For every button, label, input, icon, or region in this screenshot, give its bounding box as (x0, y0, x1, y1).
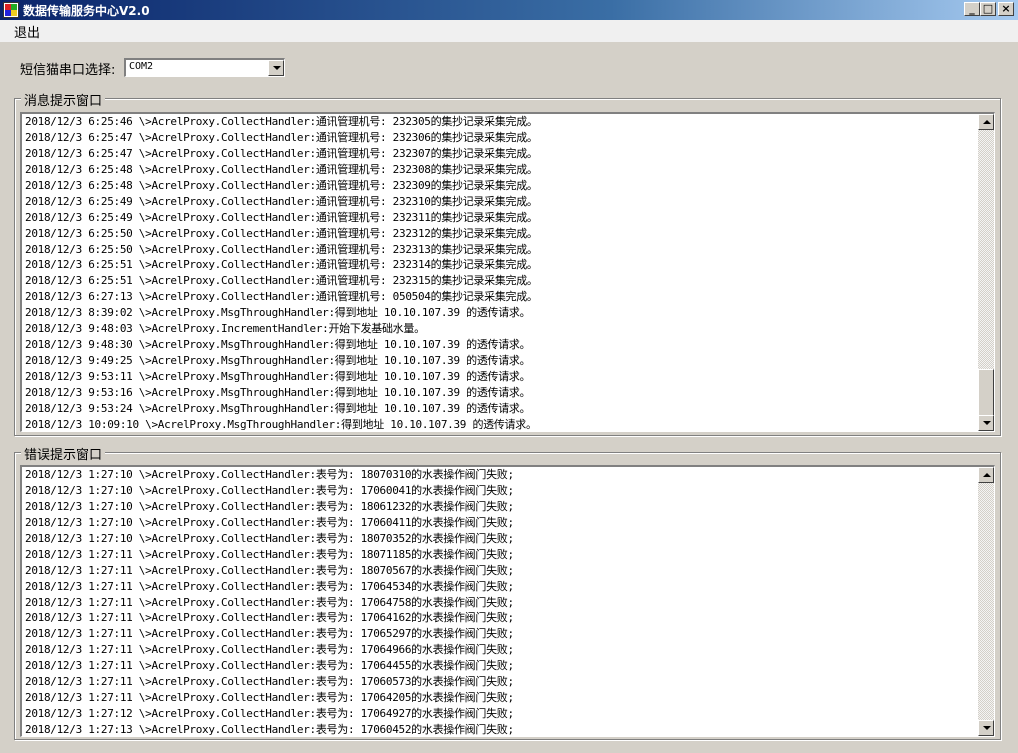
app-icon[interactable] (3, 2, 19, 18)
window-title: 数据传输服务中心V2.0 (23, 3, 150, 18)
menu-bar: 退出 (0, 20, 1018, 42)
log-line: 2018/12/3 8:39:02 \>AcrelProxy.MsgThroug… (25, 306, 531, 320)
log-line: 2018/12/3 6:25:49 \>AcrelProxy.CollectHa… (25, 194, 538, 208)
log-line: 2018/12/3 1:27:11 \>AcrelProxy.CollectHa… (25, 563, 514, 577)
log-line: 2018/12/3 1:27:11 \>AcrelProxy.CollectHa… (25, 675, 514, 689)
title-bar[interactable]: 数据传输服务中心V2.0 _ □ × (0, 0, 1018, 20)
close-button[interactable]: × (998, 2, 1014, 16)
log-line: 2018/12/3 6:27:13 \>AcrelProxy.CollectHa… (25, 290, 538, 304)
log-line: 2018/12/3 1:27:10 \>AcrelProxy.CollectHa… (25, 483, 514, 497)
arrow-down-icon (983, 421, 991, 425)
arrow-up-icon (983, 473, 991, 477)
log-line: 2018/12/3 1:27:10 \>AcrelProxy.CollectHa… (25, 531, 514, 545)
log-line: 2018/12/3 1:27:10 \>AcrelProxy.CollectHa… (25, 499, 514, 513)
error-log[interactable]: 2018/12/3 1:27:10 \>AcrelProxy.CollectHa… (20, 465, 995, 737)
error-groupbox: 错误提示窗口 2018/12/3 1:27:10 \>AcrelProxy.Co… (14, 444, 1001, 740)
error-panel-title: 错误提示窗口 (21, 444, 106, 463)
log-line: 2018/12/3 1:27:13 \>AcrelProxy.CollectHa… (25, 723, 514, 736)
scroll-down-button[interactable] (978, 720, 994, 736)
log-line: 2018/12/3 1:27:11 \>AcrelProxy.CollectHa… (25, 691, 514, 705)
log-line: 2018/12/3 1:27:11 \>AcrelProxy.CollectHa… (25, 643, 514, 657)
com-port-select[interactable]: COM2 (124, 58, 285, 77)
log-line: 2018/12/3 6:25:50 \>AcrelProxy.CollectHa… (25, 226, 538, 240)
log-line: 2018/12/3 9:53:24 \>AcrelProxy.MsgThroug… (25, 401, 531, 415)
message-log[interactable]: 2018/12/3 6:25:46 \>AcrelProxy.CollectHa… (20, 112, 995, 432)
arrow-up-icon (983, 120, 991, 124)
minimize-icon: _ (969, 2, 975, 15)
scroll-up-button[interactable] (978, 114, 994, 130)
menu-item-exit[interactable]: 退出 (0, 22, 46, 41)
maximize-icon: □ (982, 2, 994, 15)
log-line: 2018/12/3 6:25:49 \>AcrelProxy.CollectHa… (25, 210, 538, 224)
log-line: 2018/12/3 9:48:03 \>AcrelProxy.Increment… (25, 322, 425, 336)
log-line: 2018/12/3 9:53:16 \>AcrelProxy.MsgThroug… (25, 385, 531, 399)
log-line: 2018/12/3 9:48:30 \>AcrelProxy.MsgThroug… (25, 338, 531, 352)
log-line: 2018/12/3 1:27:11 \>AcrelProxy.CollectHa… (25, 579, 514, 593)
log-line: 2018/12/3 6:25:50 \>AcrelProxy.CollectHa… (25, 242, 538, 256)
log-line: 2018/12/3 1:27:10 \>AcrelProxy.CollectHa… (25, 515, 514, 529)
log-line: 2018/12/3 6:25:47 \>AcrelProxy.CollectHa… (25, 146, 538, 160)
log-line: 2018/12/3 1:27:11 \>AcrelProxy.CollectHa… (25, 611, 514, 625)
message-log-lines: 2018/12/3 6:25:46 \>AcrelProxy.CollectHa… (25, 114, 974, 431)
close-icon: × (1001, 2, 1011, 15)
log-line: 2018/12/3 6:25:48 \>AcrelProxy.CollectHa… (25, 178, 538, 192)
log-line: 2018/12/3 6:25:48 \>AcrelProxy.CollectHa… (25, 162, 538, 176)
log-line: 2018/12/3 1:27:11 \>AcrelProxy.CollectHa… (25, 659, 514, 673)
scroll-down-button[interactable] (978, 415, 994, 431)
log-line: 2018/12/3 9:53:11 \>AcrelProxy.MsgThroug… (25, 370, 531, 383)
message-scrollbar[interactable] (978, 114, 994, 431)
main-window: 数据传输服务中心V2.0 _ □ × 退出 短信猫串口选择: COM2 消息提示… (0, 0, 1018, 753)
chevron-down-icon (273, 66, 281, 70)
log-line: 2018/12/3 1:27:10 \>AcrelProxy.CollectHa… (25, 468, 514, 481)
error-log-lines: 2018/12/3 1:27:10 \>AcrelProxy.CollectHa… (25, 467, 974, 736)
error-scrollbar[interactable] (978, 467, 994, 736)
log-line: 2018/12/3 1:27:11 \>AcrelProxy.CollectHa… (25, 595, 514, 609)
dropdown-button[interactable] (268, 60, 284, 76)
maximize-button[interactable]: □ (980, 2, 996, 16)
log-line: 2018/12/3 9:49:25 \>AcrelProxy.MsgThroug… (25, 354, 531, 368)
arrow-down-icon (983, 726, 991, 730)
minimize-button[interactable]: _ (964, 2, 980, 16)
log-line: 2018/12/3 6:25:51 \>AcrelProxy.CollectHa… (25, 274, 538, 288)
log-line: 2018/12/3 1:27:11 \>AcrelProxy.CollectHa… (25, 547, 514, 561)
com-port-label: 短信猫串口选择: (20, 63, 116, 78)
message-groupbox: 消息提示窗口 2018/12/3 6:25:46 \>AcrelProxy.Co… (14, 90, 1001, 436)
scroll-thumb[interactable] (978, 369, 994, 417)
log-line: 2018/12/3 6:25:47 \>AcrelProxy.CollectHa… (25, 130, 538, 144)
log-line: 2018/12/3 1:27:11 \>AcrelProxy.CollectHa… (25, 627, 514, 641)
log-line: 2018/12/3 6:25:51 \>AcrelProxy.CollectHa… (25, 258, 538, 272)
log-line: 2018/12/3 10:09:10 \>AcrelProxy.MsgThrou… (25, 417, 537, 431)
log-line: 2018/12/3 6:25:46 \>AcrelProxy.CollectHa… (25, 115, 538, 128)
scroll-up-button[interactable] (978, 467, 994, 483)
com-port-value: COM2 (129, 61, 154, 72)
message-panel-title: 消息提示窗口 (21, 90, 106, 109)
log-line: 2018/12/3 1:27:12 \>AcrelProxy.CollectHa… (25, 707, 514, 721)
